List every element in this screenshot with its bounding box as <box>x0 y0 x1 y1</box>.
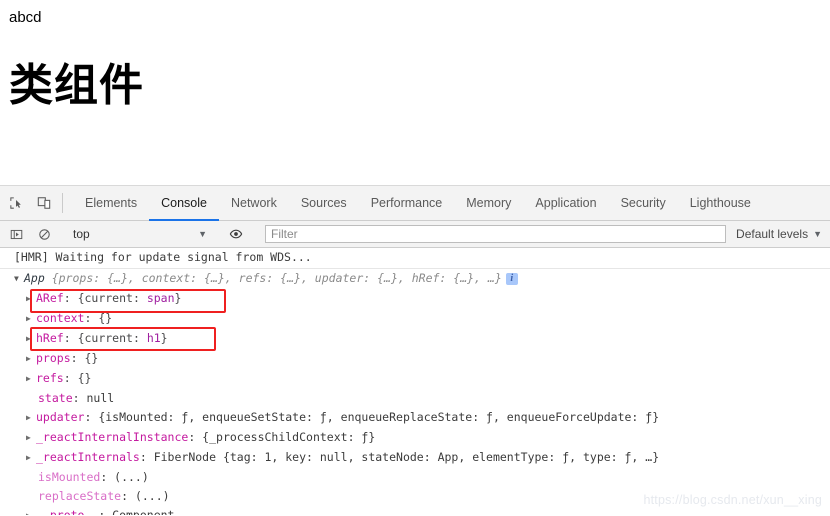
tab-performance[interactable]: Performance <box>359 186 455 220</box>
property-value-proto: : Component <box>98 508 175 515</box>
property-value-suffix-href: } <box>160 331 168 345</box>
object-row-react-internal-instance[interactable]: ▶ _reactInternalInstance: {_processChildC… <box>0 428 830 448</box>
property-name-state: state <box>38 391 73 405</box>
console-context-selector[interactable]: top ▼ <box>67 224 213 244</box>
property-value-state: null <box>86 391 115 405</box>
property-name-proto: __proto__ <box>36 508 99 515</box>
property-name-react-internal-instance: _reactInternalInstance <box>36 430 189 444</box>
devtools-tabbar: Elements Console Network Sources Perform… <box>0 186 830 221</box>
hmr-message-text: [HMR] Waiting for update signal from WDS… <box>14 250 312 264</box>
property-name-context: context <box>36 311 85 325</box>
live-expression-icon[interactable] <box>222 227 250 241</box>
page-viewport: abcd 类组件 <box>0 0 830 186</box>
console-log-levels-dropdown[interactable]: Default levels ▼ <box>732 227 830 241</box>
property-name-href: hRef <box>36 331 64 345</box>
node-value-span[interactable]: span <box>147 291 175 305</box>
tab-application[interactable]: Application <box>523 186 608 220</box>
object-row-aref[interactable]: ▶ ARef: {current: span} <box>0 289 830 309</box>
toolbar-divider <box>62 193 63 213</box>
expand-triangle-icon-context[interactable]: ▶ <box>26 310 36 327</box>
property-value-props: {} <box>84 351 99 365</box>
object-row-context[interactable]: ▶ context: {} <box>0 309 830 329</box>
console-object-root[interactable]: ▼ App {props: {…}, context: {…}, refs: {…… <box>0 269 830 289</box>
property-name-replacestate: replaceState <box>38 489 122 503</box>
object-row-refs[interactable]: ▶ refs: {} <box>0 369 830 389</box>
property-name-refs: refs <box>36 371 64 385</box>
console-message-hmr: [HMR] Waiting for update signal from WDS… <box>0 248 830 269</box>
property-name-aref: ARef <box>36 291 64 305</box>
object-row-props[interactable]: ▶ props: {} <box>0 349 830 369</box>
tab-memory[interactable]: Memory <box>454 186 523 220</box>
console-sidebar-icon[interactable] <box>2 228 30 241</box>
expand-triangle-icon-internal-instance[interactable]: ▶ <box>26 429 36 446</box>
expand-triangle-icon-proto[interactable]: ▶ <box>26 507 36 515</box>
object-row-href[interactable]: ▶ hRef: {current: h1} <box>0 329 830 349</box>
property-separator-state: : <box>72 391 87 405</box>
devtools-panel: Elements Console Network Sources Perform… <box>0 186 830 515</box>
expand-triangle-icon-internals[interactable]: ▶ <box>26 449 36 466</box>
chevron-down-icon: ▼ <box>198 229 207 239</box>
property-value-prefix-aref: {current: <box>77 291 147 305</box>
property-name-updater: updater <box>36 410 85 424</box>
expand-triangle-icon-root[interactable]: ▼ <box>14 270 24 287</box>
property-name-props: props <box>36 351 71 365</box>
property-value-react-internals: : FiberNode {tag: 1, key: null, stateNod… <box>139 450 660 464</box>
info-badge-icon[interactable]: i <box>505 272 518 285</box>
property-name-react-internals: _reactInternals <box>36 450 140 464</box>
tab-lighthouse[interactable]: Lighthouse <box>678 186 763 220</box>
expand-triangle-icon-props[interactable]: ▶ <box>26 350 36 367</box>
property-value-updater: : {isMounted: ƒ, enqueueSetState: ƒ, enq… <box>84 410 660 424</box>
object-preview: {props: {…}, context: {…}, refs: {…}, up… <box>44 271 502 285</box>
expand-triangle-icon-refs[interactable]: ▶ <box>26 370 36 387</box>
property-value-suffix-aref: } <box>174 291 182 305</box>
property-value-refs: {} <box>77 371 92 385</box>
property-value-ismounted[interactable]: : (...) <box>100 470 148 484</box>
property-value-replacestate[interactable]: : (...) <box>121 489 169 503</box>
console-toolbar: top ▼ Default levels ▼ <box>0 221 830 248</box>
expand-triangle-icon-href[interactable]: ▶ <box>26 330 36 347</box>
property-separator-aref: : <box>63 291 78 305</box>
log-levels-label: Default levels <box>736 227 809 241</box>
watermark: https://blog.csdn.net/xun__xing <box>643 493 822 507</box>
property-separator-context: : <box>84 311 99 325</box>
tab-sources[interactable]: Sources <box>289 186 359 220</box>
node-value-h1[interactable]: h1 <box>147 331 161 345</box>
object-name-app: App <box>24 271 45 285</box>
property-separator-href: : <box>63 331 78 345</box>
object-row-react-internals[interactable]: ▶ _reactInternals: FiberNode {tag: 1, key… <box>0 448 830 468</box>
console-output[interactable]: [HMR] Waiting for update signal from WDS… <box>0 248 830 515</box>
property-value-context: {} <box>98 311 113 325</box>
chevron-down-icon-levels: ▼ <box>813 229 822 239</box>
tab-console[interactable]: Console <box>149 186 219 221</box>
tab-elements[interactable]: Elements <box>73 186 149 220</box>
devtools-tabs: Elements Console Network Sources Perform… <box>67 186 830 221</box>
property-separator-refs: : <box>63 371 78 385</box>
page-text-abcd: abcd <box>9 9 42 26</box>
object-row-ismounted[interactable]: isMounted: (...) <box>0 468 830 487</box>
expand-triangle-icon-aref[interactable]: ▶ <box>26 290 36 307</box>
tab-security[interactable]: Security <box>609 186 678 220</box>
property-value-prefix-href: {current: <box>77 331 147 345</box>
device-toolbar-icon[interactable] <box>30 186 58 220</box>
page-heading: 类组件 <box>9 61 144 110</box>
console-filter-input[interactable] <box>265 225 727 243</box>
property-value-react-internal-instance: : {_processChildContext: ƒ} <box>188 430 376 444</box>
console-context-value: top <box>73 227 90 241</box>
object-row-updater[interactable]: ▶ updater: {isMounted: ƒ, enqueueSetState… <box>0 408 830 428</box>
tab-network[interactable]: Network <box>219 186 289 220</box>
clear-console-icon[interactable] <box>30 228 58 241</box>
inspect-element-icon[interactable] <box>2 186 30 220</box>
expand-triangle-icon-updater[interactable]: ▶ <box>26 409 36 426</box>
property-separator-props: : <box>70 351 85 365</box>
object-row-state: state: null <box>0 389 830 408</box>
property-name-ismounted: isMounted <box>38 470 101 484</box>
